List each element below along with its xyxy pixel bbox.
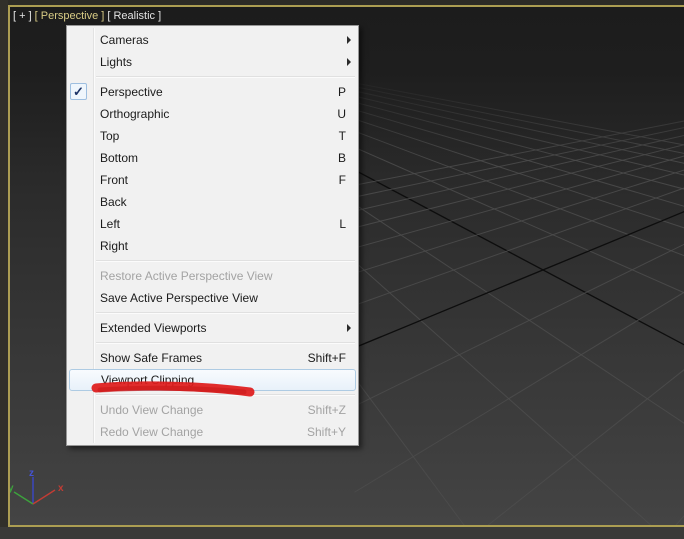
shortcut-label: P	[337, 85, 346, 99]
menu-item-label: Restore Active Perspective View	[100, 269, 273, 283]
shortcut-label: Shift+Z	[307, 403, 346, 417]
shortcut-label: F	[338, 173, 346, 187]
menu-item-right[interactable]: Right	[67, 235, 358, 257]
menu-separator	[96, 76, 355, 77]
active-viewport-border-bottom	[8, 525, 684, 527]
shortcut-label: U	[337, 107, 346, 121]
submenu-arrow-icon	[347, 36, 351, 44]
menu-item-lights[interactable]: Lights	[67, 51, 358, 73]
menu-item-perspective[interactable]: ✓ Perspective P	[67, 81, 358, 103]
shortcut-label: Shift+Y	[306, 425, 346, 439]
window-edge-left	[0, 0, 8, 539]
menu-separator	[96, 260, 355, 261]
menu-item-label: Undo View Change	[100, 403, 204, 417]
active-viewport-border-left	[8, 5, 10, 527]
menu-item-left[interactable]: Left L	[67, 213, 358, 235]
menu-item-restore-active-perspective-view: Restore Active Perspective View	[67, 265, 358, 287]
menu-item-label: Bottom	[100, 151, 139, 165]
menu-item-label: Show Safe Frames	[100, 351, 203, 365]
submenu-arrow-icon	[347, 58, 351, 66]
active-viewport-border-top	[8, 5, 684, 7]
menu-item-label: Orthographic	[100, 107, 170, 121]
menu-item-undo-view-change: Undo View Change Shift+Z	[67, 399, 358, 421]
menu-item-top[interactable]: Top T	[67, 125, 358, 147]
menu-item-label: Viewport Clipping	[101, 373, 195, 387]
checkmark-icon: ✓	[70, 83, 87, 100]
menu-item-front[interactable]: Front F	[67, 169, 358, 191]
menu-item-label: Redo View Change	[100, 425, 204, 439]
menu-item-redo-view-change: Redo View Change Shift+Y	[67, 421, 358, 443]
menu-item-label: Extended Viewports	[100, 321, 207, 335]
viewport-context-menu: Cameras Lights ✓ Perspective P Orthographic U T…	[66, 25, 359, 446]
menu-item-label: Right	[100, 239, 129, 253]
shading-viewport-menu[interactable]: [ Realistic ]	[107, 10, 161, 22]
menu-item-show-safe-frames[interactable]: Show Safe Frames Shift+F	[67, 347, 358, 369]
axis-x-label: x	[58, 483, 64, 494]
application-window: z y x [ + ][ Perspective ][ Realistic ] …	[0, 0, 684, 539]
shortcut-label: T	[338, 129, 346, 143]
shortcut-label: L	[339, 217, 346, 231]
menu-item-label: Save Active Perspective View	[100, 291, 258, 305]
menu-separator	[96, 312, 355, 313]
menu-item-viewport-clipping[interactable]: Viewport Clipping	[69, 369, 356, 391]
menu-item-bottom[interactable]: Bottom B	[67, 147, 358, 169]
menu-item-label: Cameras	[100, 33, 149, 47]
menu-item-label: Back	[100, 195, 127, 209]
axis-z-label: z	[29, 468, 34, 479]
menu-separator	[96, 394, 355, 395]
menu-item-save-active-perspective-view[interactable]: Save Active Perspective View	[67, 287, 358, 309]
window-edge-bottom	[0, 527, 684, 539]
shortcut-label: Shift+F	[307, 351, 346, 365]
menu-separator	[96, 342, 355, 343]
menu-item-orthographic[interactable]: Orthographic U	[67, 103, 358, 125]
menu-item-label: Lights	[100, 55, 133, 69]
menu-item-cameras[interactable]: Cameras	[67, 29, 358, 51]
submenu-arrow-icon	[347, 324, 351, 332]
menu-item-label: Perspective	[100, 85, 163, 99]
menu-item-label: Front	[100, 173, 129, 187]
menu-item-label: Left	[100, 217, 121, 231]
menu-item-label: Top	[100, 129, 120, 143]
general-viewport-menu[interactable]: [ + ]	[13, 10, 32, 22]
menu-item-back[interactable]: Back	[67, 191, 358, 213]
menu-item-extended-viewports[interactable]: Extended Viewports	[67, 317, 358, 339]
shortcut-label: B	[337, 151, 346, 165]
viewport-label: [ + ][ Perspective ][ Realistic ]	[13, 9, 164, 23]
point-of-view-menu[interactable]: [ Perspective ]	[35, 10, 105, 22]
